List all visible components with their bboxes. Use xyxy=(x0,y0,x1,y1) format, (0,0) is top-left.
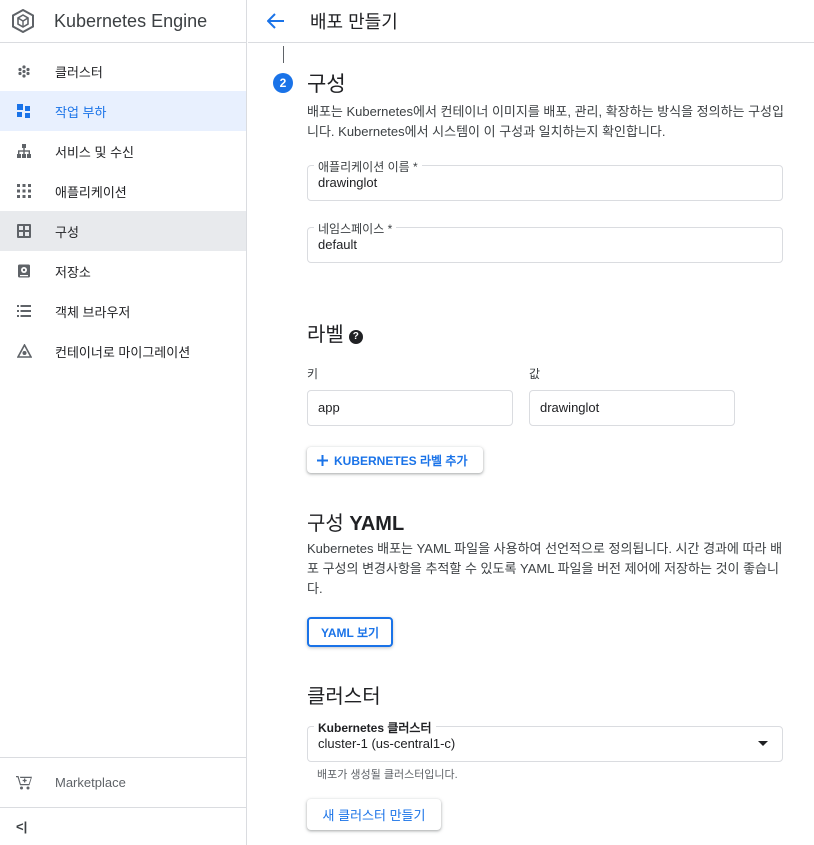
sidebar-item-services-ingress[interactable]: 서비스 및 수신 xyxy=(0,131,246,171)
sidebar-item-storage[interactable]: 저장소 xyxy=(0,251,246,291)
sidebar-item-label: 객체 브라우저 xyxy=(55,304,131,320)
sidebar-nav: 클러스터 작업 부하 서비스 및 수신 애플리케이션 구성 저장소 객체 브라우… xyxy=(0,43,246,371)
create-new-cluster-button[interactable]: 새 클러스터 만들기 xyxy=(307,799,441,830)
sidebar-item-label: 작업 부하 xyxy=(55,104,107,120)
brand-header: Kubernetes Engine xyxy=(0,0,246,43)
create-new-cluster-text: 새 클러스터 만들기 xyxy=(322,808,426,823)
main-content: 배포 만들기 2 구성 배포는 Kubernetes에서 컨테이너 이미지를 배… xyxy=(248,0,814,845)
cluster-hint: 배포가 생성될 클러스터입니다. xyxy=(317,769,458,781)
sidebar: Kubernetes Engine 클러스터 작업 부하 서비스 및 수신 애플… xyxy=(0,0,247,845)
sidebar-item-applications[interactable]: 애플리케이션 xyxy=(0,171,246,211)
sidebar-item-clusters[interactable]: 클러스터 xyxy=(0,51,246,91)
add-kubernetes-label-button[interactable]: KUBERNETES 라벨 추가 xyxy=(307,447,483,473)
application-name-field[interactable]: 애플리케이션 이름 * drawinglot xyxy=(307,158,783,201)
sidebar-item-label: 저장소 xyxy=(55,264,91,280)
kubernetes-engine-logo-icon xyxy=(10,8,36,34)
back-arrow-icon[interactable] xyxy=(264,9,288,33)
plus-icon xyxy=(317,454,328,466)
yaml-title-prefix: 구성 xyxy=(307,513,350,535)
step-description: 배포는 Kubernetes에서 컨테이너 이미지를 배포, 관리, 확장하는 … xyxy=(307,104,784,139)
collapse-sidebar-button[interactable]: <| xyxy=(0,807,246,845)
cluster-heading: 클러스터 xyxy=(307,686,381,708)
sidebar-item-label: 컨테이너로 마이그레이션 xyxy=(55,344,191,360)
step-connector-line xyxy=(283,46,284,63)
application-name-label: 애플리케이션 이름 * xyxy=(314,158,422,175)
step-title: 구성 xyxy=(307,73,346,96)
kubernetes-cluster-select[interactable]: Kubernetes 클러스터 cluster-1 (us-central1-c… xyxy=(307,719,783,762)
sidebar-item-label: 클러스터 xyxy=(55,64,103,80)
yaml-heading: 구성 YAML xyxy=(307,507,404,536)
applications-icon xyxy=(16,183,32,199)
application-name-value[interactable]: drawinglot xyxy=(318,175,377,190)
sidebar-item-workloads[interactable]: 작업 부하 xyxy=(0,91,246,131)
label-value-input[interactable]: drawinglot xyxy=(529,390,735,426)
dropdown-caret-icon xyxy=(758,741,768,746)
marketplace-label: Marketplace xyxy=(55,775,126,790)
page-title: 배포 만들기 xyxy=(310,12,398,32)
label-value-value: drawinglot xyxy=(540,400,600,415)
clusters-icon xyxy=(16,63,32,79)
yaml-description: Kubernetes 배포는 YAML 파일을 사용하여 선언적으로 정의됩니다… xyxy=(307,541,783,596)
label-value-header: 값 xyxy=(529,367,541,381)
sidebar-footer: Marketplace <| xyxy=(0,757,246,845)
label-key-input[interactable]: app xyxy=(307,390,513,426)
sidebar-item-label: 애플리케이션 xyxy=(55,184,127,200)
view-yaml-text: YAML 보기 xyxy=(320,625,380,640)
label-key-header: 키 xyxy=(307,367,319,381)
namespace-label: 네임스페이스 * xyxy=(314,220,397,237)
namespace-value[interactable]: default xyxy=(318,237,357,252)
object-browser-icon xyxy=(16,303,32,319)
step-number-badge: 2 xyxy=(273,73,293,93)
help-icon[interactable]: ? xyxy=(348,329,363,344)
view-yaml-button[interactable]: YAML 보기 xyxy=(307,617,393,647)
migrate-icon xyxy=(16,343,32,359)
labels-heading: 라벨? xyxy=(307,318,363,347)
collapse-icon: <| xyxy=(16,819,28,834)
sidebar-item-marketplace[interactable]: Marketplace xyxy=(0,757,246,807)
cluster-select-value: cluster-1 (us-central1-c) xyxy=(318,736,456,751)
sidebar-item-object-browser[interactable]: 객체 브라우저 xyxy=(0,291,246,331)
sidebar-item-configuration[interactable]: 구성 xyxy=(0,211,246,251)
yaml-title-bold: YAML xyxy=(349,513,405,535)
configuration-icon xyxy=(16,223,32,239)
sidebar-item-label: 서비스 및 수신 xyxy=(55,144,134,160)
page-header: 배포 만들기 xyxy=(248,0,814,43)
cart-icon xyxy=(16,775,32,791)
cluster-select-label: Kubernetes 클러스터 xyxy=(314,719,436,736)
label-key-value: app xyxy=(318,400,340,415)
services-icon xyxy=(16,143,32,159)
sidebar-item-migrate-to-containers[interactable]: 컨테이너로 마이그레이션 xyxy=(0,331,246,371)
workloads-icon xyxy=(16,103,32,119)
sidebar-item-label: 구성 xyxy=(55,224,79,240)
add-label-text: KUBERNETES 라벨 추가 xyxy=(334,453,468,468)
product-title: Kubernetes Engine xyxy=(54,10,208,31)
storage-icon xyxy=(16,263,32,279)
labels-title: 라벨 xyxy=(307,324,344,346)
namespace-field[interactable]: 네임스페이스 * default xyxy=(307,220,783,263)
